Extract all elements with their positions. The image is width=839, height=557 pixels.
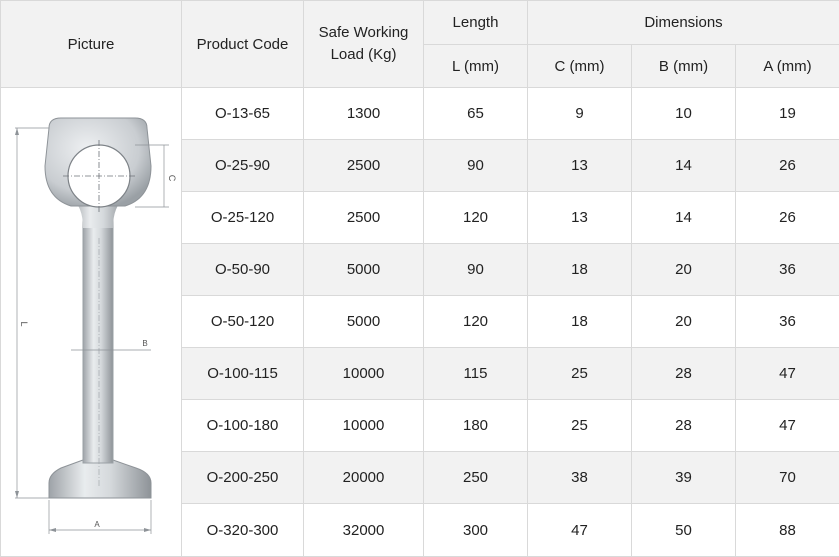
product-spec-table: Picture Product Code Safe Working Load (… bbox=[0, 0, 839, 557]
cell-a: 88 bbox=[736, 504, 839, 557]
cell-product-code: O-25-120 bbox=[182, 192, 304, 244]
cell-c: 47 bbox=[528, 504, 632, 557]
cell-b: 39 bbox=[632, 452, 736, 504]
cell-load: 2500 bbox=[304, 192, 424, 244]
table-body: L C B A O-13-65 bbox=[1, 88, 839, 557]
cell-c: 13 bbox=[528, 140, 632, 192]
cell-product-code: O-50-90 bbox=[182, 244, 304, 296]
dim-label-b: B bbox=[142, 339, 147, 348]
cell-b: 28 bbox=[632, 400, 736, 452]
cell-b: 50 bbox=[632, 504, 736, 557]
cell-a: 26 bbox=[736, 140, 839, 192]
header-picture: Picture bbox=[1, 1, 182, 88]
header-a-unit: A (mm) bbox=[736, 45, 839, 88]
cell-product-code: O-50-120 bbox=[182, 296, 304, 348]
cell-product-code: O-100-115 bbox=[182, 348, 304, 400]
cell-load: 10000 bbox=[304, 348, 424, 400]
cell-load: 5000 bbox=[304, 244, 424, 296]
cell-a: 47 bbox=[736, 348, 839, 400]
picture-cell: L C B A bbox=[1, 88, 182, 557]
cell-product-code: O-100-180 bbox=[182, 400, 304, 452]
bolt-shank-shape bbox=[83, 213, 113, 463]
cell-a: 26 bbox=[736, 192, 839, 244]
cell-length: 115 bbox=[424, 348, 528, 400]
header-dimensions: Dimensions bbox=[528, 1, 839, 45]
cell-b: 14 bbox=[632, 192, 736, 244]
dim-label-c: C bbox=[167, 175, 177, 182]
cell-length: 90 bbox=[424, 244, 528, 296]
cell-load: 20000 bbox=[304, 452, 424, 504]
cell-load: 1300 bbox=[304, 88, 424, 140]
header-safe-working-load-line1: Safe Working bbox=[319, 24, 409, 41]
dim-label-l: L bbox=[19, 321, 29, 326]
cell-a: 19 bbox=[736, 88, 839, 140]
cell-length: 180 bbox=[424, 400, 528, 452]
cell-length: 65 bbox=[424, 88, 528, 140]
cell-c: 25 bbox=[528, 400, 632, 452]
cell-c: 25 bbox=[528, 348, 632, 400]
cell-product-code: O-13-65 bbox=[182, 88, 304, 140]
header-safe-working-load-line2: Load (Kg) bbox=[331, 46, 397, 63]
cell-c: 18 bbox=[528, 296, 632, 348]
eye-bolt-diagram: L C B A bbox=[1, 88, 182, 557]
cell-product-code: O-25-90 bbox=[182, 140, 304, 192]
header-length-unit: L (mm) bbox=[424, 45, 528, 88]
cell-product-code: O-200-250 bbox=[182, 452, 304, 504]
cell-b: 20 bbox=[632, 296, 736, 348]
header-b-unit: B (mm) bbox=[632, 45, 736, 88]
cell-c: 38 bbox=[528, 452, 632, 504]
cell-length: 120 bbox=[424, 296, 528, 348]
cell-length: 90 bbox=[424, 140, 528, 192]
header-c-unit: C (mm) bbox=[528, 45, 632, 88]
cell-load: 5000 bbox=[304, 296, 424, 348]
cell-a: 70 bbox=[736, 452, 839, 504]
cell-load: 10000 bbox=[304, 400, 424, 452]
cell-b: 14 bbox=[632, 140, 736, 192]
header-safe-working-load: Safe Working Load (Kg) bbox=[304, 1, 424, 88]
cell-a: 47 bbox=[736, 400, 839, 452]
cell-load: 32000 bbox=[304, 504, 424, 557]
cell-length: 250 bbox=[424, 452, 528, 504]
cell-b: 28 bbox=[632, 348, 736, 400]
dim-label-a: A bbox=[94, 520, 100, 529]
cell-load: 2500 bbox=[304, 140, 424, 192]
cell-c: 13 bbox=[528, 192, 632, 244]
header-product-code: Product Code bbox=[182, 1, 304, 88]
cell-product-code: O-320-300 bbox=[182, 504, 304, 557]
header-length: Length bbox=[424, 1, 528, 45]
table-row: L C B A O-13-65 bbox=[1, 88, 839, 140]
cell-length: 120 bbox=[424, 192, 528, 244]
cell-length: 300 bbox=[424, 504, 528, 557]
cell-a: 36 bbox=[736, 244, 839, 296]
cell-b: 20 bbox=[632, 244, 736, 296]
cell-c: 18 bbox=[528, 244, 632, 296]
cell-a: 36 bbox=[736, 296, 839, 348]
cell-c: 9 bbox=[528, 88, 632, 140]
cell-b: 10 bbox=[632, 88, 736, 140]
